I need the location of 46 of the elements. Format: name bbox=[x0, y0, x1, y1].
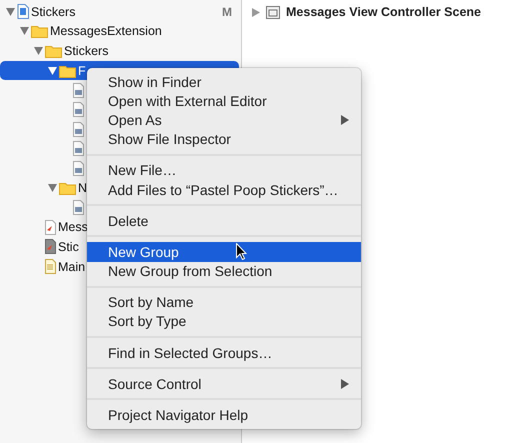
tree-item-label[interactable]: Mess bbox=[58, 220, 88, 234]
tree-item-label[interactable]: Stickers bbox=[64, 44, 108, 58]
menu-item[interactable]: Open with External Editor bbox=[87, 91, 361, 110]
tree-item-label[interactable]: Stickers bbox=[31, 4, 76, 19]
menu-item[interactable]: New File… bbox=[87, 160, 361, 180]
menu-item[interactable]: Find in Selected Groups… bbox=[87, 343, 361, 362]
disclosure-triangle-icon[interactable] bbox=[48, 66, 56, 75]
menu-item[interactable]: Add Files to “Pastel Poop Stickers”… bbox=[87, 180, 361, 200]
tree-item-label[interactable]: N bbox=[78, 181, 88, 196]
menu-item[interactable]: New Group from Selection bbox=[87, 262, 361, 281]
tree-item-label[interactable]: F bbox=[78, 64, 86, 78]
image-file-icon bbox=[73, 102, 84, 118]
disclosure-triangle-icon[interactable] bbox=[48, 184, 56, 192]
disclosure-triangle-icon[interactable] bbox=[252, 8, 260, 16]
image-file-icon bbox=[73, 141, 84, 156]
menu-item[interactable]: Project Navigator Help bbox=[87, 405, 361, 425]
code-file-icon bbox=[45, 220, 56, 235]
folder-icon bbox=[59, 181, 76, 196]
image-file-icon bbox=[73, 161, 84, 176]
scene-icon bbox=[266, 6, 280, 18]
menu-item[interactable]: Sort by Name bbox=[87, 292, 361, 312]
folder-icon bbox=[31, 24, 48, 38]
menu-item[interactable]: New Group bbox=[87, 242, 361, 262]
menu-item[interactable]: Source Control bbox=[87, 374, 361, 394]
folder-icon bbox=[45, 44, 62, 58]
folder-icon bbox=[59, 64, 76, 78]
menu-item[interactable]: Show in Finder bbox=[87, 72, 361, 92]
plist-file-icon bbox=[45, 259, 56, 274]
menu-item[interactable]: Delete bbox=[87, 211, 361, 230]
image-file-icon bbox=[73, 122, 84, 137]
disclosure-triangle-icon[interactable] bbox=[6, 8, 14, 16]
status-label: M bbox=[222, 4, 232, 19]
scene-label[interactable]: Messages View Controller Scene bbox=[286, 5, 481, 19]
menu-item[interactable]: Sort by Type bbox=[87, 312, 361, 332]
image-file-icon bbox=[73, 82, 84, 98]
asset-catalog-icon bbox=[45, 239, 56, 254]
tree-item-label[interactable]: Stic bbox=[58, 240, 79, 254]
image-file-icon bbox=[73, 200, 84, 216]
mouse-pointer-icon bbox=[236, 243, 247, 260]
menu-item[interactable]: Show File Inspector bbox=[87, 130, 361, 149]
disclosure-triangle-icon[interactable] bbox=[20, 27, 28, 36]
project-file-icon bbox=[17, 4, 29, 20]
disclosure-triangle-icon[interactable] bbox=[34, 46, 42, 55]
tree-item-label[interactable]: Main bbox=[58, 260, 86, 274]
tree-item-label[interactable]: MessagesExtension bbox=[50, 24, 162, 38]
menu-item[interactable]: Open As bbox=[87, 110, 361, 130]
